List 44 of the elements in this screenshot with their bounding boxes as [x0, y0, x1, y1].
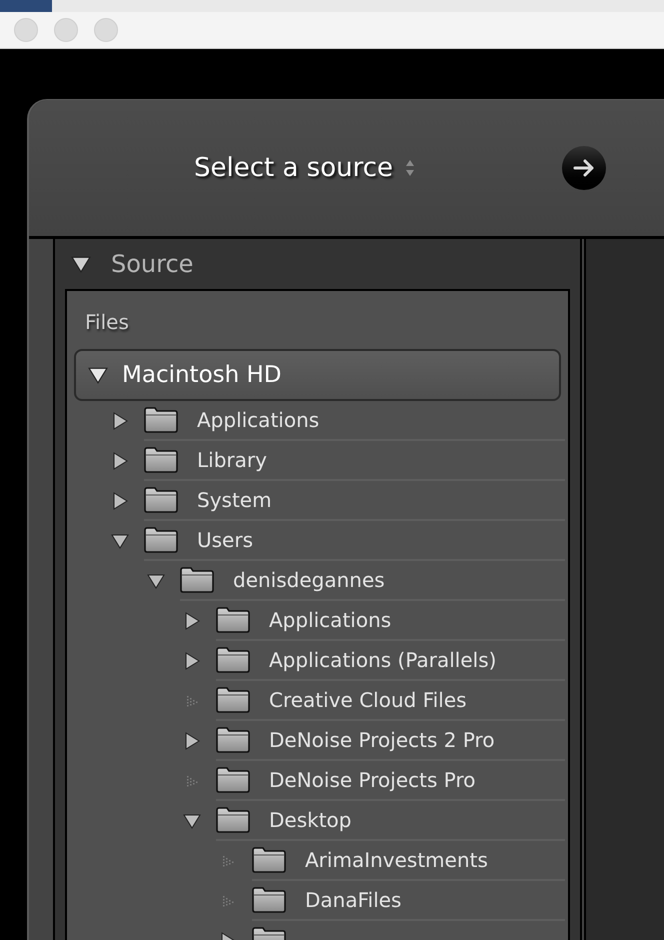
folder-name[interactable]: ArimaInvestments — [305, 845, 488, 875]
folder-name[interactable]: Applications — [197, 405, 320, 435]
folder-name[interactable]: DeNoise Projects Pro — [269, 765, 476, 795]
volume-row[interactable]: Macintosh HD — [74, 349, 561, 401]
folder-icon — [216, 727, 250, 753]
expand-triangle-icon[interactable] — [111, 492, 129, 510]
folder-name[interactable]: DanaFiles — [305, 885, 402, 915]
expand-triangle-icon[interactable] — [111, 452, 129, 470]
next-arrow-button[interactable] — [562, 146, 606, 190]
expand-triangle-icon[interactable] — [183, 612, 201, 630]
folder-icon — [216, 687, 250, 713]
folder-icon — [216, 807, 250, 833]
folder-icon — [144, 527, 178, 553]
section-label: Files — [84, 309, 130, 336]
collapse-triangle-icon[interactable] — [111, 532, 129, 550]
collapse-triangle-icon[interactable] — [183, 812, 201, 830]
panel-title[interactable]: Source — [111, 246, 194, 282]
folder-name[interactable]: Users — [197, 525, 254, 555]
folder-name[interactable]: Library — [197, 445, 267, 475]
collapse-triangle-icon[interactable] — [88, 365, 108, 385]
folder-icon — [216, 767, 250, 793]
folder-icon — [144, 487, 178, 513]
folder-icon — [144, 407, 178, 433]
right-arrow-icon — [573, 159, 595, 177]
folder-icon — [180, 567, 214, 593]
collapse-triangle-icon[interactable] — [71, 254, 91, 274]
folder-icon — [216, 647, 250, 673]
expand-triangle-icon[interactable] — [183, 652, 201, 670]
expand-triangle-icon[interactable] — [111, 412, 129, 430]
source-dropdown[interactable]: Select a source — [194, 148, 416, 188]
folder-name[interactable]: Creative Cloud Files — [269, 685, 467, 715]
folder-icon — [144, 447, 178, 473]
folder-name[interactable]: Applications (Parallels) — [269, 645, 496, 675]
collapse-triangle-icon[interactable] — [147, 572, 165, 590]
folder-name[interactable]: Applications — [269, 605, 392, 635]
folder-name[interactable]: System — [197, 485, 272, 515]
folder-name[interactable]: Desktop — [269, 805, 352, 835]
folder-icon — [252, 887, 286, 913]
expand-triangle-icon[interactable] — [183, 732, 201, 750]
folder-name[interactable]: DeNoise Projects 2 Pro — [269, 725, 495, 755]
folder-icon — [252, 847, 286, 873]
folder-name[interactable]: denisdegannes — [233, 565, 385, 595]
up-down-arrows-icon — [405, 159, 416, 177]
folder-icon — [216, 607, 250, 633]
